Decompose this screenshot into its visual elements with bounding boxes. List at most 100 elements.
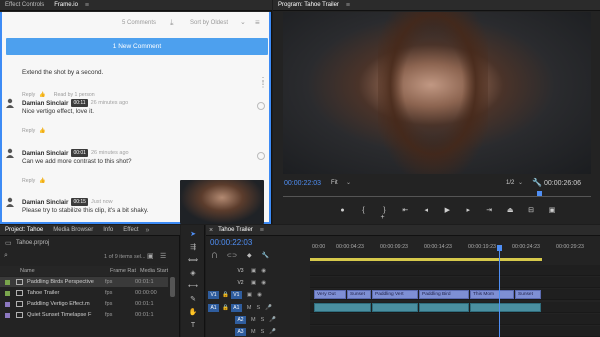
list-icon[interactable]: ☰ [160, 252, 166, 260]
sort-dropdown[interactable]: Sort by Oldest [190, 20, 228, 26]
mic-icon[interactable]: 🎤 [269, 329, 276, 335]
timeline-clip[interactable]: Very Out [314, 290, 346, 299]
label-color-swatch[interactable] [5, 279, 10, 285]
track-v2[interactable] [310, 277, 600, 288]
tab-info[interactable]: Info [98, 225, 118, 236]
add-marker-icon[interactable]: ◆ [247, 252, 252, 259]
audio-clip[interactable] [372, 303, 418, 312]
camera-icon[interactable]: ▣ [543, 206, 562, 214]
chevron-down-icon[interactable]: ⌄ [240, 18, 246, 26]
selection-tool-icon[interactable]: ➤ [181, 228, 205, 241]
track-label-v3[interactable]: V3 [235, 267, 246, 275]
timeline-playhead[interactable] [499, 245, 500, 337]
settings-wrench-icon[interactable]: 🔧 [262, 252, 269, 259]
project-row[interactable]: Paddling Vertigo Effect.m fps 00:01:1 [0, 299, 168, 309]
thumbs-up-icon[interactable]: 👍 [39, 128, 45, 134]
track-v3[interactable] [310, 265, 600, 276]
mute-m-icon[interactable]: M [251, 329, 256, 335]
step-back-icon[interactable]: ◂ [417, 206, 436, 214]
program-title[interactable]: Program: Tahoe Trailer [273, 0, 344, 11]
pen-icon[interactable]: ✎ [181, 293, 205, 306]
project-row[interactable]: Quiet Sunset Timelapse F fps 00:01:1 [0, 310, 168, 320]
toggle-output-icon[interactable]: ▣ [251, 268, 256, 274]
label-color-swatch[interactable] [5, 301, 10, 307]
program-current-timecode[interactable]: 00:00:22:03 [284, 180, 321, 187]
resolve-checkbox[interactable] [257, 152, 265, 160]
track-a3[interactable] [310, 326, 600, 337]
menu-icon[interactable]: ≡ [255, 18, 260, 27]
snap-icon[interactable]: ⋂ [212, 252, 217, 259]
program-playhead[interactable] [536, 191, 542, 196]
source-patch-a1[interactable]: A1 [208, 303, 219, 312]
mute-m-icon[interactable]: M [247, 305, 252, 311]
mark-out-icon[interactable]: } [375, 207, 394, 214]
track-label-a3[interactable]: A3 [235, 327, 246, 336]
toggle-output-icon[interactable]: ▣ [251, 280, 256, 286]
search-icon[interactable]: ⌕ [4, 252, 8, 260]
panel-menu-icon[interactable]: ≡ [85, 2, 89, 9]
zoom-fit-dropdown[interactable]: Fit [331, 180, 338, 186]
eye-icon[interactable]: ◉ [261, 280, 266, 286]
wrench-icon[interactable]: 🔧 [532, 178, 542, 187]
tab-project[interactable]: Project: Tahoe [0, 225, 48, 236]
go-to-in-icon[interactable]: ⇤ [396, 206, 415, 214]
mark-in-icon[interactable]: { [354, 207, 373, 214]
download-icon[interactable]: ⤓ [170, 18, 174, 28]
track-v1[interactable]: Very Out Sunset Paddling Vert Paddling B… [310, 289, 600, 300]
solo-s-icon[interactable]: S [256, 305, 260, 311]
solo-s-icon[interactable]: S [261, 329, 265, 335]
timecode-badge[interactable]: 00:01 [71, 149, 88, 157]
column-frame-rate[interactable]: Frame Rate [110, 268, 136, 274]
timeline-clip[interactable]: Paddling Vert [372, 290, 418, 299]
tab-frameio[interactable]: Frame.io [49, 0, 83, 11]
project-row[interactable]: Paddling Birds Perspective fps 00:01:1 [0, 277, 168, 287]
step-forward-icon[interactable]: ▸ [459, 206, 478, 214]
play-icon[interactable]: ▶ [438, 206, 457, 214]
program-scrub-bar[interactable] [283, 190, 591, 197]
timecode-badge[interactable]: 00:11 [71, 99, 88, 107]
resolve-checkbox[interactable] [257, 102, 265, 110]
track-a1[interactable] [310, 302, 600, 313]
track-a2[interactable] [310, 314, 600, 325]
tab-media-browser[interactable]: Media Browser [48, 225, 98, 236]
go-to-out-icon[interactable]: ⇥ [480, 206, 499, 214]
type-icon[interactable]: T [181, 319, 205, 332]
label-color-swatch[interactable] [5, 312, 10, 318]
track-label-v2[interactable]: V2 [235, 279, 246, 287]
linked-selection-icon[interactable]: ⊂⊃ [227, 252, 237, 259]
track-label-a2[interactable]: A2 [235, 315, 246, 324]
project-scrollbar[interactable] [170, 277, 175, 297]
reply-link[interactable]: Reply [22, 128, 35, 134]
slip-icon[interactable]: ⟷ [181, 280, 205, 293]
add-marker-icon[interactable]: ● [333, 207, 352, 214]
video-thumbnail[interactable] [180, 180, 264, 224]
timeline-clip[interactable]: Sunset [515, 290, 541, 299]
chevron-down-icon[interactable]: ⌄ [518, 179, 523, 186]
column-name[interactable]: Name [20, 268, 35, 274]
tab-effect-controls[interactable]: Effect Controls [0, 0, 49, 11]
eye-icon[interactable]: ◉ [261, 268, 266, 274]
timeline-clip[interactable]: Paddling Bird [419, 290, 469, 299]
razor-icon[interactable]: ◈ [181, 267, 205, 280]
column-media-start[interactable]: Media Start [140, 268, 168, 274]
mute-m-icon[interactable]: M [251, 317, 256, 323]
audio-clip[interactable] [314, 303, 371, 312]
mic-icon[interactable]: 🎤 [269, 317, 276, 323]
track-label-v1[interactable]: V1 [230, 290, 242, 299]
add-button-icon[interactable]: + [373, 214, 392, 221]
sequence-title[interactable]: Tahoe Trailer [213, 225, 258, 236]
project-row[interactable]: Tahoe Trailer fps 00:00:00 [0, 288, 168, 298]
lock-icon[interactable]: 🔒 [222, 305, 229, 311]
thumbs-up-icon[interactable]: 👍 [39, 178, 45, 184]
resolution-dropdown[interactable]: 1/2 [506, 180, 514, 186]
work-area-bar[interactable] [310, 258, 542, 261]
hand-icon[interactable]: ✋ [181, 306, 205, 319]
audio-clip[interactable] [470, 303, 541, 312]
panel-menu-icon[interactable]: ≡ [346, 2, 350, 9]
new-bin-icon[interactable]: ▣ [147, 252, 154, 260]
mic-icon[interactable]: 🎤 [265, 305, 272, 311]
reply-link[interactable]: Reply [22, 178, 35, 184]
solo-s-icon[interactable]: S [261, 317, 265, 323]
lift-icon[interactable]: ⏏ [501, 206, 520, 214]
extract-icon[interactable]: ⊟ [522, 206, 541, 214]
